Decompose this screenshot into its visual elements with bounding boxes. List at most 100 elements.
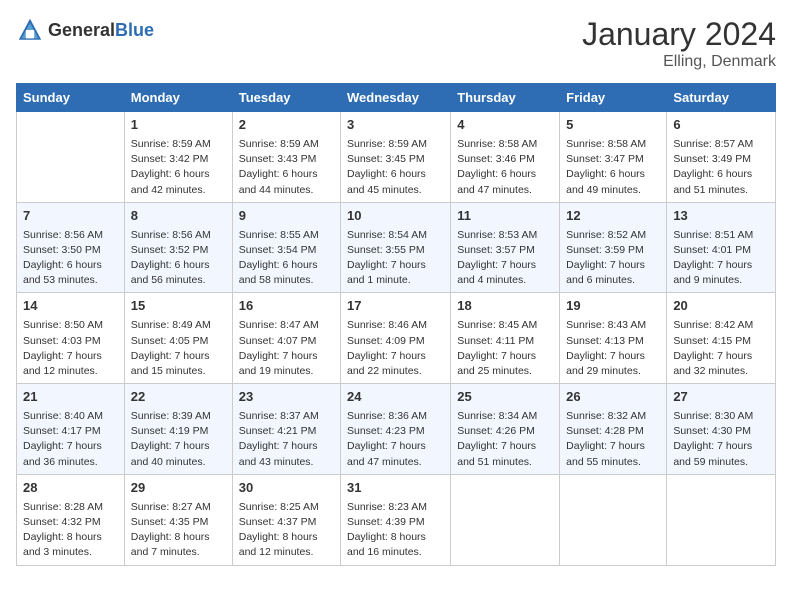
cell-content: Sunrise: 8:55 AMSunset: 3:54 PMDaylight:…	[239, 228, 334, 289]
day-number: 13	[673, 207, 769, 226]
day-number: 20	[673, 297, 769, 316]
cell-content: Sunrise: 8:56 AMSunset: 3:52 PMDaylight:…	[131, 228, 226, 289]
day-number: 30	[239, 479, 334, 498]
cell-content: Sunrise: 8:37 AMSunset: 4:21 PMDaylight:…	[239, 409, 334, 470]
table-row	[667, 474, 776, 565]
page-header: GeneralBlue January 2024 Elling, Denmark	[16, 16, 776, 71]
header-tuesday: Tuesday	[232, 84, 340, 112]
day-number: 21	[23, 388, 118, 407]
table-row: 10 Sunrise: 8:54 AMSunset: 3:55 PMDayligh…	[341, 202, 451, 293]
table-row	[560, 474, 667, 565]
cell-content: Sunrise: 8:49 AMSunset: 4:05 PMDaylight:…	[131, 318, 226, 379]
day-number: 3	[347, 116, 444, 135]
cell-content: Sunrise: 8:47 AMSunset: 4:07 PMDaylight:…	[239, 318, 334, 379]
day-number: 6	[673, 116, 769, 135]
day-number: 8	[131, 207, 226, 226]
cell-content: Sunrise: 8:56 AMSunset: 3:50 PMDaylight:…	[23, 228, 118, 289]
calendar-week-row: 28Sunrise: 8:28 AMSunset: 4:32 PMDayligh…	[17, 474, 776, 565]
cell-content: Sunrise: 8:59 AMSunset: 3:43 PMDaylight:…	[239, 137, 334, 198]
day-number: 5	[566, 116, 660, 135]
cell-content: Sunrise: 8:36 AMSunset: 4:23 PMDaylight:…	[347, 409, 444, 470]
header-sunday: Sunday	[17, 84, 125, 112]
cell-content: Sunrise: 8:27 AMSunset: 4:35 PMDaylight:…	[131, 500, 226, 561]
logo-blue: Blue	[115, 20, 154, 40]
table-row	[17, 112, 125, 203]
cell-content: Sunrise: 8:23 AMSunset: 4:39 PMDaylight:…	[347, 500, 444, 561]
day-number: 9	[239, 207, 334, 226]
logo-icon	[16, 16, 44, 44]
table-row: 8 Sunrise: 8:56 AMSunset: 3:52 PMDaylight…	[124, 202, 232, 293]
day-number: 2	[239, 116, 334, 135]
cell-content: Sunrise: 8:45 AMSunset: 4:11 PMDaylight:…	[457, 318, 553, 379]
cell-content: Sunrise: 8:51 AMSunset: 4:01 PMDaylight:…	[673, 228, 769, 289]
table-row: 3 Sunrise: 8:59 AMSunset: 3:45 PMDaylight…	[341, 112, 451, 203]
cell-content: Sunrise: 8:50 AMSunset: 4:03 PMDaylight:…	[23, 318, 118, 379]
cell-content: Sunrise: 8:54 AMSunset: 3:55 PMDaylight:…	[347, 228, 444, 289]
table-row: 22Sunrise: 8:39 AMSunset: 4:19 PMDayligh…	[124, 384, 232, 475]
table-row: 27 Sunrise: 8:30 AMSunset: 4:30 PMDayligh…	[667, 384, 776, 475]
table-row: 15 Sunrise: 8:49 AMSunset: 4:05 PMDayligh…	[124, 293, 232, 384]
calendar-week-row: 7 Sunrise: 8:56 AMSunset: 3:50 PMDaylight…	[17, 202, 776, 293]
table-row: 9 Sunrise: 8:55 AMSunset: 3:54 PMDaylight…	[232, 202, 340, 293]
cell-content: Sunrise: 8:57 AMSunset: 3:49 PMDaylight:…	[673, 137, 769, 198]
day-number: 27	[673, 388, 769, 407]
cell-content: Sunrise: 8:59 AMSunset: 3:42 PMDaylight:…	[131, 137, 226, 198]
day-number: 11	[457, 207, 553, 226]
table-row: 12 Sunrise: 8:52 AMSunset: 3:59 PMDayligh…	[560, 202, 667, 293]
table-row: 1 Sunrise: 8:59 AMSunset: 3:42 PMDaylight…	[124, 112, 232, 203]
day-number: 22	[131, 388, 226, 407]
table-row: 24 Sunrise: 8:36 AMSunset: 4:23 PMDayligh…	[341, 384, 451, 475]
table-row: 17 Sunrise: 8:46 AMSunset: 4:09 PMDayligh…	[341, 293, 451, 384]
cell-content: Sunrise: 8:28 AMSunset: 4:32 PMDaylight:…	[23, 500, 118, 561]
cell-content: Sunrise: 8:59 AMSunset: 3:45 PMDaylight:…	[347, 137, 444, 198]
cell-content: Sunrise: 8:46 AMSunset: 4:09 PMDaylight:…	[347, 318, 444, 379]
table-row: 29 Sunrise: 8:27 AMSunset: 4:35 PMDayligh…	[124, 474, 232, 565]
calendar-week-row: 1 Sunrise: 8:59 AMSunset: 3:42 PMDaylight…	[17, 112, 776, 203]
table-row: 20 Sunrise: 8:42 AMSunset: 4:15 PMDayligh…	[667, 293, 776, 384]
day-number: 1	[131, 116, 226, 135]
logo: GeneralBlue	[16, 16, 154, 44]
cell-content: Sunrise: 8:30 AMSunset: 4:30 PMDaylight:…	[673, 409, 769, 470]
logo-text: GeneralBlue	[48, 20, 154, 41]
day-number: 4	[457, 116, 553, 135]
table-row: 19Sunrise: 8:43 AMSunset: 4:13 PMDayligh…	[560, 293, 667, 384]
day-number: 29	[131, 479, 226, 498]
day-number: 17	[347, 297, 444, 316]
day-number: 15	[131, 297, 226, 316]
day-number: 26	[566, 388, 660, 407]
table-row: 31Sunrise: 8:23 AMSunset: 4:39 PMDayligh…	[341, 474, 451, 565]
day-number: 25	[457, 388, 553, 407]
day-number: 7	[23, 207, 118, 226]
table-row: 30 Sunrise: 8:25 AMSunset: 4:37 PMDayligh…	[232, 474, 340, 565]
cell-content: Sunrise: 8:58 AMSunset: 3:46 PMDaylight:…	[457, 137, 553, 198]
header-thursday: Thursday	[451, 84, 560, 112]
table-row: 4 Sunrise: 8:58 AMSunset: 3:46 PMDaylight…	[451, 112, 560, 203]
day-number: 24	[347, 388, 444, 407]
table-row: 28Sunrise: 8:28 AMSunset: 4:32 PMDayligh…	[17, 474, 125, 565]
logo-general: General	[48, 20, 115, 40]
header-wednesday: Wednesday	[341, 84, 451, 112]
cell-content: Sunrise: 8:34 AMSunset: 4:26 PMDaylight:…	[457, 409, 553, 470]
table-row: 25 Sunrise: 8:34 AMSunset: 4:26 PMDayligh…	[451, 384, 560, 475]
table-row: 5Sunrise: 8:58 AMSunset: 3:47 PMDaylight…	[560, 112, 667, 203]
table-row: 26 Sunrise: 8:32 AMSunset: 4:28 PMDayligh…	[560, 384, 667, 475]
day-number: 16	[239, 297, 334, 316]
title-block: January 2024 Elling, Denmark	[582, 16, 776, 71]
day-number: 10	[347, 207, 444, 226]
calendar-week-row: 14Sunrise: 8:50 AMSunset: 4:03 PMDayligh…	[17, 293, 776, 384]
calendar-table: Sunday Monday Tuesday Wednesday Thursday…	[16, 83, 776, 566]
table-row: 2 Sunrise: 8:59 AMSunset: 3:43 PMDaylight…	[232, 112, 340, 203]
month-year-title: January 2024	[582, 16, 776, 53]
cell-content: Sunrise: 8:43 AMSunset: 4:13 PMDaylight:…	[566, 318, 660, 379]
location-subtitle: Elling, Denmark	[582, 53, 776, 71]
day-number: 12	[566, 207, 660, 226]
cell-content: Sunrise: 8:42 AMSunset: 4:15 PMDaylight:…	[673, 318, 769, 379]
header-friday: Friday	[560, 84, 667, 112]
cell-content: Sunrise: 8:25 AMSunset: 4:37 PMDaylight:…	[239, 500, 334, 561]
cell-content: Sunrise: 8:32 AMSunset: 4:28 PMDaylight:…	[566, 409, 660, 470]
table-row: 11 Sunrise: 8:53 AMSunset: 3:57 PMDayligh…	[451, 202, 560, 293]
cell-content: Sunrise: 8:53 AMSunset: 3:57 PMDaylight:…	[457, 228, 553, 289]
day-number: 23	[239, 388, 334, 407]
cell-content: Sunrise: 8:52 AMSunset: 3:59 PMDaylight:…	[566, 228, 660, 289]
header-saturday: Saturday	[667, 84, 776, 112]
